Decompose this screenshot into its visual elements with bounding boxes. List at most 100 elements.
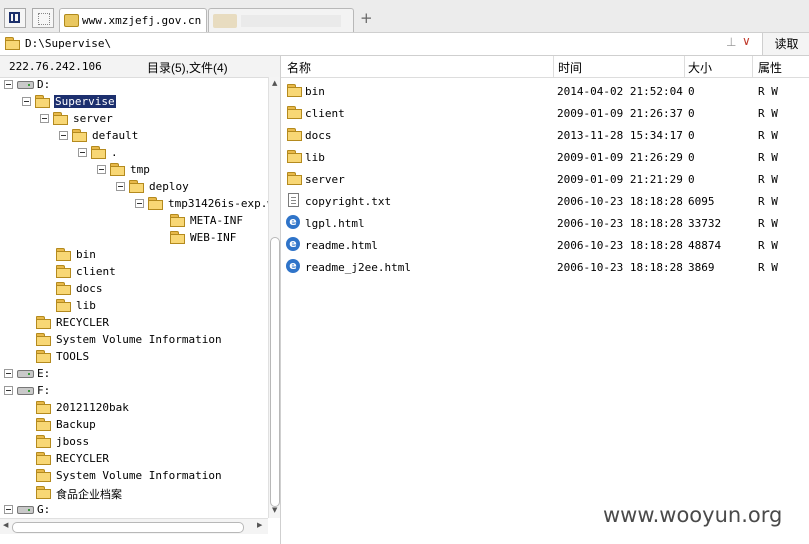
file-time: 2014-04-02 21:52:04 — [557, 85, 683, 98]
tree-horizontal-scrollbar[interactable]: ◀ ▶ — [0, 518, 268, 534]
drive-icon — [17, 386, 34, 395]
collapse-icon[interactable] — [4, 369, 13, 378]
scroll-down-icon[interactable]: ▼ — [272, 506, 277, 514]
folder-icon — [287, 172, 302, 185]
tree-item-label: WEB-INF — [190, 231, 237, 244]
file-attr: R W — [758, 195, 778, 208]
address-bar: D:\Supervise\ ⊥ ∨ 读取 — [0, 33, 809, 56]
collapse-icon[interactable] — [116, 182, 125, 191]
file-row[interactable]: bin 2014-04-02 21:52:04 0 R W — [281, 80, 809, 102]
col-time[interactable]: 时间 — [558, 59, 582, 76]
file-time: 2009-01-09 21:26:37 — [557, 107, 683, 120]
tree-item-label: E: — [37, 367, 51, 380]
scroll-thumb[interactable] — [270, 237, 280, 507]
folder-icon — [36, 333, 51, 346]
tree-item-label: F: — [37, 384, 51, 397]
tree-item-label: deploy — [149, 180, 189, 193]
tree-item-label: docs — [76, 282, 103, 295]
file-row[interactable]: docs 2013-11-28 15:34:17 0 R W — [281, 124, 809, 146]
folder-icon — [36, 350, 51, 363]
site-icon — [64, 14, 79, 27]
collapse-icon[interactable] — [97, 165, 106, 174]
folder-icon — [148, 197, 163, 210]
file-row[interactable]: copyright.txt 2006-10-23 18:18:28 6095 R W — [281, 190, 809, 212]
go-up-icon[interactable]: ⊥ — [726, 35, 736, 49]
folder-icon — [72, 129, 87, 142]
html-file-icon: e — [286, 215, 300, 229]
tab-obscured[interactable] — [208, 8, 354, 32]
tree-item-label: 食品企业档案 — [56, 488, 122, 501]
watermark: www.wooyun.org — [603, 503, 783, 527]
file-size: 0 — [688, 107, 695, 120]
tree-item-label: TOOLS — [56, 350, 90, 363]
file-list-header: 名称 时间 大小 属性 — [281, 56, 809, 78]
folder-icon — [36, 486, 51, 499]
chevron-down-icon[interactable]: ∨ — [742, 34, 751, 48]
tree-item-label: G: — [37, 503, 51, 516]
file-time: 2006-10-23 18:18:28 — [557, 217, 683, 230]
file-time: 2006-10-23 18:18:28 — [557, 261, 683, 274]
folder-icon — [170, 231, 185, 244]
folder-tree: D: Supervise server default. tmp deploy tmp314… — [0, 77, 268, 518]
tree-item-label: System Volume Information — [56, 469, 222, 482]
panel-toggle-button[interactable] — [4, 8, 26, 28]
collapse-icon[interactable] — [4, 505, 13, 514]
file-time: 2009-01-09 21:21:29 — [557, 173, 683, 186]
scroll-right-icon[interactable]: ▶ — [257, 521, 262, 529]
collapse-icon[interactable] — [59, 131, 68, 140]
drive-icon — [17, 369, 34, 378]
tree-item-label: D: — [37, 78, 51, 91]
file-row[interactable]: client 2009-01-09 21:26:37 0 R W — [281, 102, 809, 124]
file-name: lgpl.html — [305, 217, 365, 230]
file-row[interactable]: e readme_j2ee.html 2006-10-23 18:18:28 3869… — [281, 256, 809, 278]
tree-item-label: client — [76, 265, 116, 278]
collapse-icon[interactable] — [40, 114, 49, 123]
server-ip: 222.76.242.106 — [9, 60, 102, 73]
folder-icon — [287, 84, 302, 97]
folder-icon — [129, 180, 144, 193]
collapse-icon[interactable] — [22, 97, 31, 106]
read-button[interactable]: 读取 — [762, 33, 809, 55]
tree-item-label: 20121120bak — [56, 401, 129, 414]
selection-icon — [38, 13, 50, 25]
file-attr: R W — [758, 261, 778, 274]
file-row[interactable]: e readme.html 2006-10-23 18:18:28 48874 R W — [281, 234, 809, 256]
col-name[interactable]: 名称 — [287, 59, 311, 76]
tab-title: www.xmzjefj.gov.cn — [82, 14, 202, 27]
folder-icon — [36, 435, 51, 448]
file-name: readme.html — [305, 239, 378, 252]
collapse-icon[interactable] — [4, 80, 13, 89]
col-sep[interactable] — [553, 56, 554, 77]
col-size[interactable]: 大小 — [688, 59, 712, 76]
panel-icon — [9, 12, 20, 23]
file-row[interactable]: e lgpl.html 2006-10-23 18:18:28 33732 R W — [281, 212, 809, 234]
file-name: client — [305, 107, 345, 120]
scroll-left-icon[interactable]: ◀ — [3, 521, 8, 529]
drive-icon — [17, 80, 34, 89]
hscroll-thumb[interactable] — [12, 522, 244, 533]
file-time: 2013-11-28 15:34:17 — [557, 129, 683, 142]
scroll-up-icon[interactable]: ▲ — [272, 79, 277, 87]
tab-bar: www.xmzjefj.gov.cn + — [0, 0, 809, 33]
file-name: server — [305, 173, 345, 186]
file-row[interactable]: lib 2009-01-09 21:26:29 0 R W — [281, 146, 809, 168]
file-size: 48874 — [688, 239, 722, 252]
path-input[interactable]: D:\Supervise\ — [25, 37, 111, 50]
folder-icon — [36, 452, 51, 465]
file-attr: R W — [758, 239, 778, 252]
collapse-icon[interactable] — [135, 199, 144, 208]
collapse-icon[interactable] — [78, 148, 87, 157]
folder-icon — [287, 150, 302, 163]
folder-icon — [110, 163, 125, 176]
tab-active[interactable]: www.xmzjefj.gov.cn — [59, 8, 207, 32]
file-time: 2006-10-23 18:18:28 — [557, 239, 683, 252]
tree-item-label: default — [92, 129, 139, 142]
new-tab-button[interactable]: + — [360, 9, 373, 27]
file-row[interactable]: server 2009-01-09 21:21:29 0 R W — [281, 168, 809, 190]
folder-icon — [287, 106, 302, 119]
col-attr[interactable]: 属性 — [758, 59, 782, 76]
col-sep[interactable] — [752, 56, 753, 77]
col-sep[interactable] — [684, 56, 685, 77]
collapse-icon[interactable] — [4, 386, 13, 395]
select-button[interactable] — [32, 8, 54, 28]
